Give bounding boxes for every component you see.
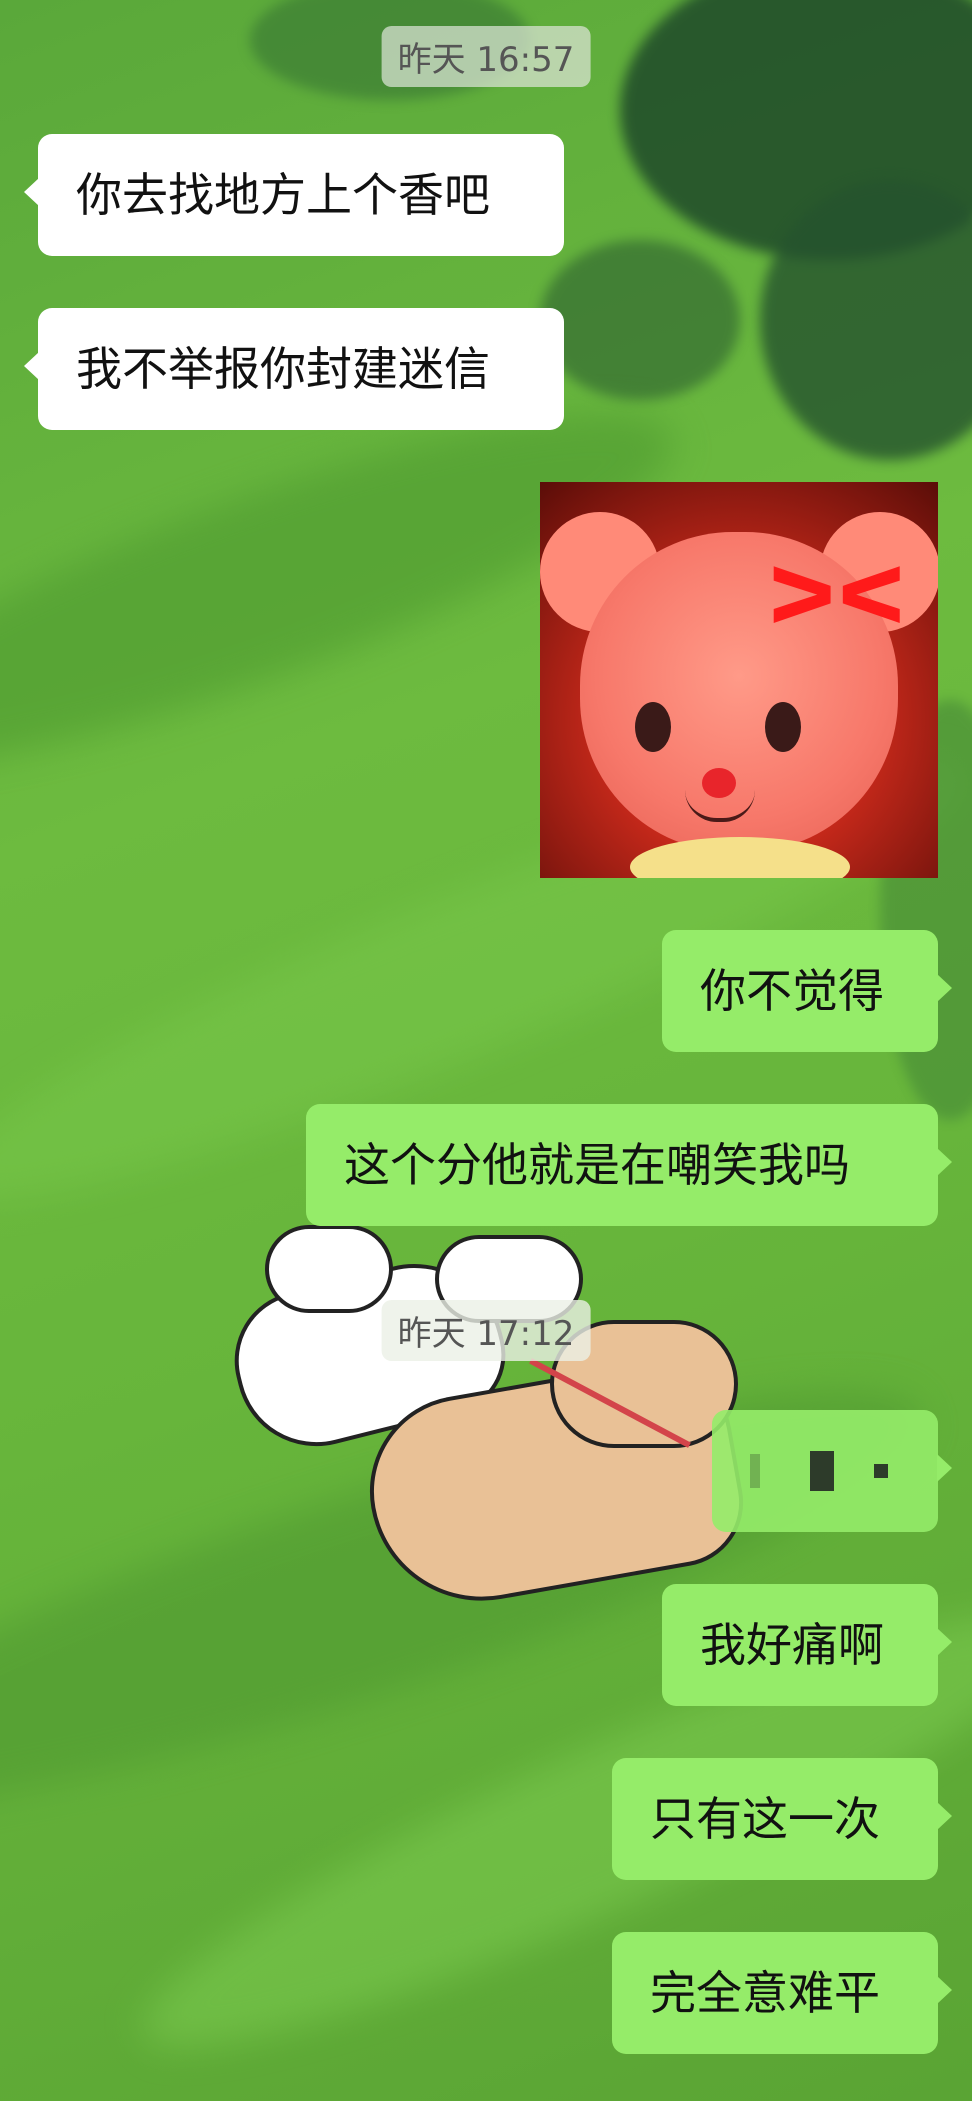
outgoing-message-bubble-pixelated[interactable] — [712, 1410, 952, 1532]
outgoing-message-bubble[interactable]: 只有这一次 — [612, 1758, 952, 1880]
angry-red-bear-sticker[interactable]: ᐳᐸ — [540, 482, 938, 878]
outgoing-message-bubble[interactable]: 完全意难平 — [612, 1932, 952, 2054]
anger-mark-icon: ᐳᐸ — [768, 552, 907, 642]
incoming-message-bubble[interactable]: 你去找地方上个香吧 — [24, 134, 564, 256]
outgoing-message-bubble[interactable]: 我好痛啊 — [662, 1584, 952, 1706]
chat-messages: 昨天 16:57 你去找地方上个香吧 我不举报你封建迷信 ᐳᐸ 你不觉得 这个分… — [0, 0, 972, 2101]
outgoing-message-bubble[interactable]: 这个分他就是在嘲笑我吗 — [306, 1104, 952, 1226]
timestamp: 昨天 17:12 — [381, 1300, 591, 1361]
incoming-message-bubble[interactable]: 我不举报你封建迷信 — [24, 308, 564, 430]
pixelated-content — [750, 1451, 888, 1491]
timestamp: 昨天 16:57 — [381, 26, 591, 87]
outgoing-message-bubble[interactable]: 你不觉得 — [662, 930, 952, 1052]
